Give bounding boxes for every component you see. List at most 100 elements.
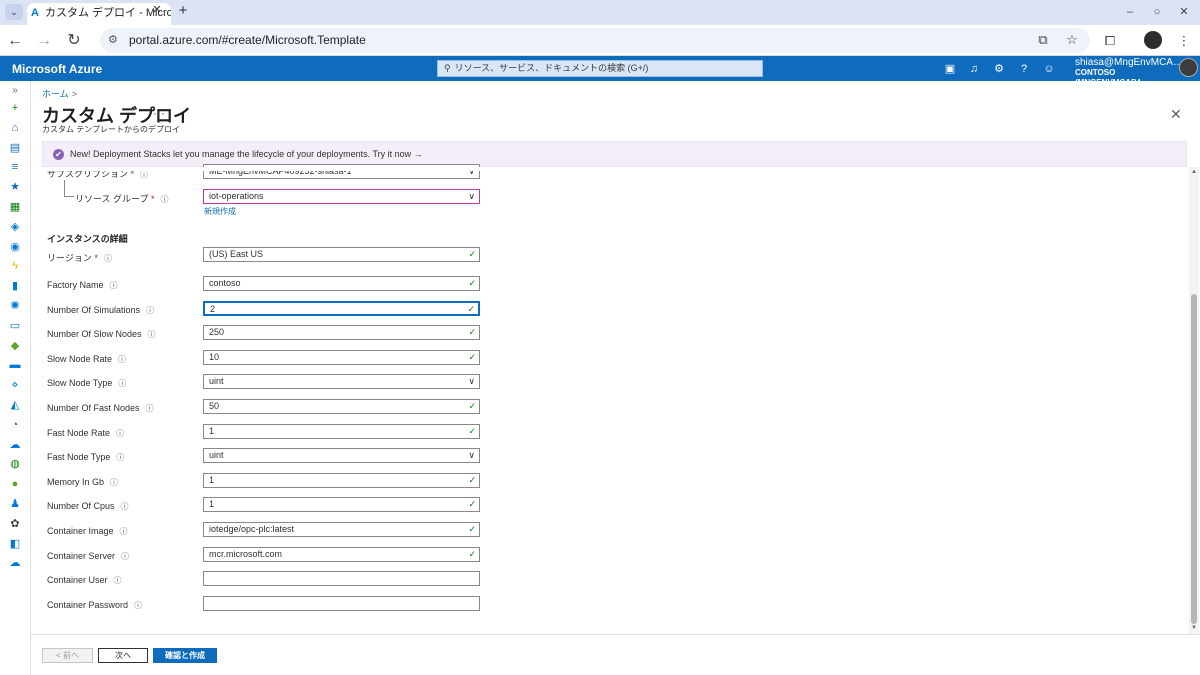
menu-icon[interactable]: ⋮ xyxy=(1174,31,1194,51)
slow-node-rate-field[interactable]: 10 ✓ xyxy=(203,349,480,365)
star-icon[interactable]: ☆ xyxy=(1062,30,1082,50)
notifications-icon[interactable]: ♫ xyxy=(966,61,982,77)
banner-text[interactable]: New! Deployment Stacks let you manage th… xyxy=(70,149,423,159)
info-icon[interactable]: ⓘ xyxy=(110,281,118,290)
info-icon[interactable]: ⓘ xyxy=(121,502,129,511)
next-button[interactable]: 次へ xyxy=(98,648,148,663)
url-text[interactable]: portal.azure.com/#create/Microsoft.Templ… xyxy=(129,33,366,47)
info-icon[interactable]: ⓘ xyxy=(121,552,129,561)
help-icon[interactable]: ? xyxy=(1016,61,1032,77)
home-icon[interactable]: ⌂ xyxy=(8,121,22,135)
scroll-up-icon[interactable]: ▲ xyxy=(1190,169,1198,175)
favorites-icon[interactable]: ★ xyxy=(8,180,22,194)
expand-menu-icon[interactable]: » xyxy=(8,84,22,98)
info-icon[interactable]: ⓘ xyxy=(114,576,122,585)
number-of-simulations-field[interactable]: 2 ✓ xyxy=(203,300,480,316)
new-tab-button[interactable]: + xyxy=(175,3,191,19)
scroll-down-icon[interactable]: ▼ xyxy=(1190,625,1198,631)
global-search-input[interactable]: ⚲ リソース、サービス、ドキュメントの検索 (G+/) xyxy=(437,60,763,77)
settings-icon[interactable]: ⚙ xyxy=(991,61,1007,77)
container-image-field[interactable]: iotedge/opc-plc:latest ✓ xyxy=(203,522,480,537)
resource-group-select[interactable]: iot-operations ∨ xyxy=(203,189,480,204)
plus-icon[interactable]: + xyxy=(8,101,22,115)
entra-id-icon[interactable]: ◭ xyxy=(8,398,22,412)
fast-node-type-label: Fast Node Type ⓘ xyxy=(47,452,124,463)
info-icon[interactable]: ⓘ xyxy=(134,601,142,610)
cloud-shell-icon[interactable]: ▣ xyxy=(942,61,958,77)
factory-name-label: Factory Name ⓘ xyxy=(47,280,118,291)
virtual-networks-icon[interactable]: ⋄ xyxy=(8,378,22,392)
breadcrumb-home[interactable]: ホーム xyxy=(42,89,69,99)
restore-button[interactable]: ○ xyxy=(1147,4,1167,20)
info-icon[interactable]: ⓘ xyxy=(146,306,154,315)
slow-node-type-select[interactable]: uint ∨ xyxy=(203,374,480,390)
tab-search-button[interactable]: ⌄ xyxy=(5,4,23,20)
info-icon[interactable]: ⓘ xyxy=(116,453,124,462)
browser-profile-avatar[interactable] xyxy=(1144,31,1162,49)
review-create-button[interactable]: 確認と作成 xyxy=(153,648,217,663)
info-icon[interactable]: ⓘ xyxy=(116,429,124,438)
scroll-thumb[interactable] xyxy=(1191,294,1197,624)
factory-name-field[interactable]: contoso ✓ xyxy=(203,276,480,291)
sql-database-icon[interactable]: ▮ xyxy=(8,279,22,293)
site-info-icon[interactable]: ⚙ xyxy=(108,33,122,47)
fast-node-type-select[interactable]: uint ∨ xyxy=(203,448,480,464)
devops-icon[interactable]: ◧ xyxy=(8,537,22,551)
info-icon[interactable]: ⓘ xyxy=(146,404,154,413)
azure-brand[interactable]: Microsoft Azure xyxy=(12,62,102,76)
help-support-icon[interactable]: ♟ xyxy=(8,497,22,511)
function-app-icon[interactable]: ϟ xyxy=(8,259,22,273)
storage-accounts-icon[interactable]: ▬ xyxy=(8,358,22,372)
extensions-icon[interactable]: ⧠ xyxy=(1100,31,1120,51)
all-services-icon[interactable]: ≡ xyxy=(8,160,22,174)
info-icon[interactable]: ⓘ xyxy=(120,527,128,536)
feedback-icon[interactable]: ☺ xyxy=(1041,61,1057,77)
previous-button[interactable]: < 前へ xyxy=(42,648,93,663)
cosmos-db-icon[interactable]: ✺ xyxy=(8,299,22,313)
cost-management-icon[interactable]: ● xyxy=(8,477,22,491)
cast-icon[interactable]: ⧉ xyxy=(1033,30,1053,50)
info-icon[interactable]: ⓘ xyxy=(140,170,148,179)
form-scrollbar[interactable]: ▲ ▼ xyxy=(1189,167,1199,635)
memory-in-gb-field[interactable]: 1 ✓ xyxy=(203,472,480,488)
virtual-machines-icon[interactable]: ▭ xyxy=(8,319,22,333)
defender-icon[interactable]: ◍ xyxy=(8,457,22,471)
cloud-icon[interactable]: ☁ xyxy=(8,556,22,570)
monitor-icon[interactable]: ◔ xyxy=(8,418,22,432)
app-services-icon[interactable]: ◉ xyxy=(8,240,22,254)
reload-button[interactable]: ↻ xyxy=(64,31,84,51)
advisor-icon[interactable]: ☁ xyxy=(8,438,22,452)
load-balancer-icon[interactable]: ◆ xyxy=(8,339,22,353)
close-blade-icon[interactable]: ✕ xyxy=(1170,106,1182,123)
info-icon[interactable]: ⓘ xyxy=(118,355,126,364)
minimize-button[interactable]: – xyxy=(1120,4,1140,20)
more-options-icon[interactable]: ··· xyxy=(153,106,165,120)
valid-check-icon: ✓ xyxy=(468,278,476,288)
info-icon[interactable]: ⓘ xyxy=(148,330,156,339)
container-server-field[interactable]: mcr.microsoft.com ✓ xyxy=(203,546,480,562)
iot-icon[interactable]: ✿ xyxy=(8,517,22,531)
info-icon[interactable]: ⓘ xyxy=(118,379,126,388)
container-user-field[interactable] xyxy=(203,571,480,587)
all-resources-icon[interactable]: ▦ xyxy=(8,200,22,214)
back-button[interactable]: ← xyxy=(5,31,25,51)
forward-button[interactable]: → xyxy=(34,31,54,51)
tab-close-icon[interactable]: ✕ xyxy=(150,3,164,17)
region-select[interactable]: (US) East US ✓ xyxy=(203,247,480,262)
info-icon[interactable]: ⓘ xyxy=(161,195,169,204)
fast-node-rate-field[interactable]: 1 ✓ xyxy=(203,423,480,439)
account-menu[interactable]: shiasa@MngEnvMCA… CONTOSO (MNGENVMCAP4… xyxy=(1075,58,1183,88)
user-avatar[interactable] xyxy=(1179,58,1198,77)
number-of-simulations-value: 2 xyxy=(210,303,216,314)
resource-groups-icon[interactable]: ◈ xyxy=(8,220,22,234)
info-icon[interactable]: ⓘ xyxy=(110,478,118,487)
window-close-button[interactable]: ✕ xyxy=(1174,4,1194,20)
info-icon[interactable]: ⓘ xyxy=(104,254,112,263)
container-password-field[interactable] xyxy=(203,595,480,611)
number-of-fast-nodes-field[interactable]: 50 ✓ xyxy=(203,399,480,414)
number-of-cpus-field[interactable]: 1 ✓ xyxy=(203,497,480,513)
address-bar[interactable]: ⚙ portal.azure.com/#create/Microsoft.Tem… xyxy=(100,28,1090,53)
dashboard-icon[interactable]: ▤ xyxy=(8,141,22,155)
number-of-slow-nodes-field[interactable]: 250 ✓ xyxy=(203,325,480,341)
create-new-resource-group-link[interactable]: 新規作成 xyxy=(204,206,236,217)
